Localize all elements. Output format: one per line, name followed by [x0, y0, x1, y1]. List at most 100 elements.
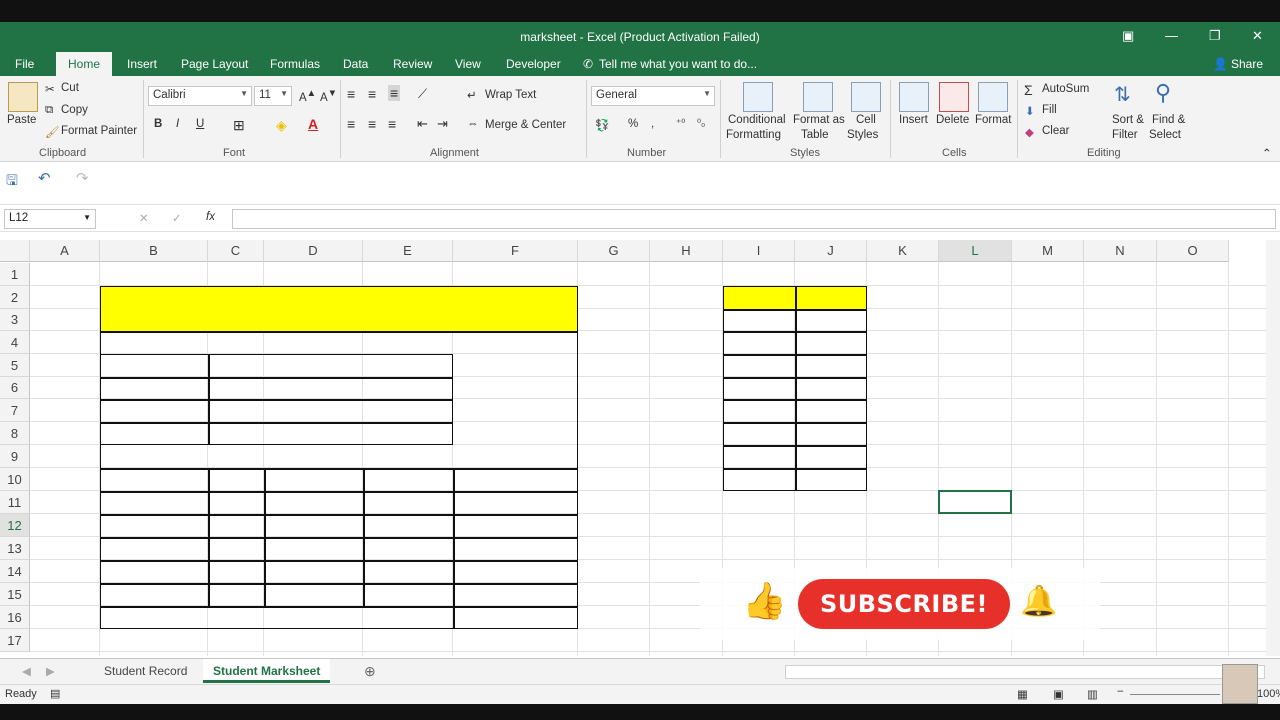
cut-button[interactable]: Cut [61, 82, 79, 94]
row-header-8[interactable]: 8 [0, 422, 30, 445]
row-header-12[interactable]: 12 [0, 514, 30, 537]
find-select-icon[interactable]: ⚲ [1155, 80, 1171, 106]
selected-cell[interactable] [938, 490, 1012, 514]
tab-home[interactable]: Home [56, 52, 113, 76]
restore-icon[interactable]: ❐ [1209, 28, 1221, 44]
copy-icon[interactable]: ⧉ [45, 104, 53, 117]
row-header-7[interactable]: 7 [0, 399, 30, 422]
select-all-corner[interactable] [0, 240, 30, 262]
cell-styles-label-1[interactable]: Cell [856, 114, 876, 126]
cell-styles-icon[interactable] [851, 82, 881, 112]
column-header-e[interactable]: E [363, 240, 453, 262]
find-select-label-1[interactable]: Find & [1152, 114, 1185, 126]
format-cells-button[interactable]: Format [975, 114, 1011, 126]
sort-filter-icon[interactable]: ⇅ [1114, 82, 1131, 107]
format-as-table-icon[interactable] [803, 82, 833, 112]
column-header-i[interactable]: I [723, 240, 795, 262]
column-header-j[interactable]: J [795, 240, 867, 262]
close-icon[interactable]: ✕ [1252, 28, 1263, 44]
row-header-1[interactable]: 1 [0, 263, 30, 286]
paste-button[interactable]: Paste [7, 114, 36, 126]
row-header-15[interactable]: 15 [0, 583, 30, 606]
column-header-g[interactable]: G [578, 240, 650, 262]
redo-icon[interactable]: ↷ [76, 169, 89, 187]
font-size-combo[interactable]: 11 ▼ [254, 86, 292, 106]
formula-input[interactable] [232, 209, 1276, 229]
tab-data[interactable]: Data [343, 57, 368, 71]
row-header-13[interactable]: 13 [0, 537, 30, 560]
align-center-icon[interactable]: ≡ [368, 116, 376, 132]
wrap-text-icon[interactable]: ↵ [467, 88, 477, 102]
increase-indent-icon[interactable]: ⇥ [437, 116, 448, 132]
merge-icon[interactable]: ⇔ [467, 118, 479, 130]
bold-icon[interactable]: B [154, 118, 162, 130]
scroll-tabs-left-icon[interactable]: ◀ [22, 664, 31, 678]
enter-icon[interactable]: ✓ [172, 211, 182, 225]
conditional-formatting-label-1[interactable]: Conditional [728, 114, 786, 126]
save-icon[interactable]: 🖫 [6, 170, 18, 194]
add-sheet-icon[interactable]: ⊕ [364, 663, 376, 680]
row-header-11[interactable]: 11 [0, 491, 30, 514]
collapse-ribbon-icon[interactable]: ⌃ [1262, 146, 1272, 160]
page-layout-view-icon[interactable]: ▣ [1053, 687, 1064, 701]
increase-decimal-icon[interactable]: ⁺⁰ [676, 118, 685, 129]
conditional-formatting-label-2[interactable]: Formatting [726, 129, 781, 141]
tab-formulas[interactable]: Formulas [270, 57, 320, 71]
column-header-c[interactable]: C [208, 240, 264, 262]
copy-button[interactable]: Copy [61, 104, 88, 116]
row-header-2[interactable]: 2 [0, 286, 30, 309]
format-as-table-label-1[interactable]: Format as [793, 114, 845, 126]
name-box[interactable]: L12 ▼ [4, 209, 96, 229]
find-select-label-2[interactable]: Select [1149, 129, 1181, 141]
column-header-a[interactable]: A [30, 240, 100, 262]
autosum-button[interactable]: AutoSum [1042, 83, 1089, 95]
conditional-formatting-icon[interactable] [743, 82, 773, 112]
format-cells-icon[interactable] [978, 82, 1008, 112]
delete-cells-button[interactable]: Delete [936, 114, 969, 126]
autosum-icon[interactable]: Σ [1024, 82, 1033, 98]
zoom-slider[interactable] [1130, 694, 1220, 695]
font-name-combo[interactable]: Calibri ▼ [148, 86, 252, 106]
share-button[interactable]: Share [1231, 57, 1263, 71]
align-right-icon[interactable]: ≡ [388, 116, 396, 132]
zoom-out-icon[interactable]: − [1117, 686, 1124, 698]
row-header-14[interactable]: 14 [0, 560, 30, 583]
ribbon-display-icon[interactable]: ▣ [1122, 28, 1134, 44]
decrease-indent-icon[interactable]: ⇤ [417, 116, 428, 132]
scroll-tabs-right-icon[interactable]: ▶ [46, 664, 55, 678]
row-header-10[interactable]: 10 [0, 468, 30, 491]
align-left-icon[interactable]: ≡ [347, 116, 355, 132]
normal-view-icon[interactable]: ▦ [1017, 687, 1028, 701]
macro-record-icon[interactable]: ▤ [50, 687, 60, 700]
tell-me-box[interactable]: Tell me what you want to do... [599, 57, 757, 71]
align-top-icon[interactable]: ≡ [347, 86, 355, 102]
cut-icon[interactable]: ✂ [45, 82, 55, 96]
delete-cells-icon[interactable] [939, 82, 969, 112]
format-as-table-label-2[interactable]: Table [801, 129, 829, 141]
horizontal-scrollbar[interactable] [785, 665, 1265, 679]
sheet-tab-student-marksheet[interactable]: Student Marksheet [203, 659, 331, 683]
borders-icon[interactable]: ⊞ [233, 117, 245, 134]
column-header-f[interactable]: F [453, 240, 578, 262]
tab-review[interactable]: Review [393, 57, 432, 71]
percent-icon[interactable]: % [628, 118, 638, 130]
minimize-icon[interactable]: — [1165, 28, 1178, 43]
orientation-icon[interactable]: ⟋ [418, 86, 427, 102]
tab-file[interactable]: File [15, 57, 34, 71]
shrink-font-icon[interactable]: A▼ [320, 88, 337, 104]
sheet-tab-student-record[interactable]: Student Record [94, 659, 197, 683]
tab-insert[interactable]: Insert [127, 57, 157, 71]
fill-button[interactable]: Fill [1042, 104, 1057, 116]
row-header-3[interactable]: 3 [0, 309, 30, 331]
tab-page-layout[interactable]: Page Layout [181, 57, 248, 71]
comma-icon[interactable]: , [651, 118, 654, 130]
decrease-decimal-icon[interactable]: ⁰₀ [697, 118, 705, 129]
wrap-text-button[interactable]: Wrap Text [485, 89, 536, 101]
column-header-h[interactable]: H [650, 240, 723, 262]
underline-icon[interactable]: U [196, 118, 204, 130]
align-middle-icon[interactable]: ≡ [368, 86, 376, 102]
row-header-16[interactable]: 16 [0, 606, 30, 629]
cell-styles-label-2[interactable]: Styles [847, 129, 878, 141]
number-format-combo[interactable]: General ▼ [591, 86, 715, 106]
column-header-d[interactable]: D [264, 240, 363, 262]
